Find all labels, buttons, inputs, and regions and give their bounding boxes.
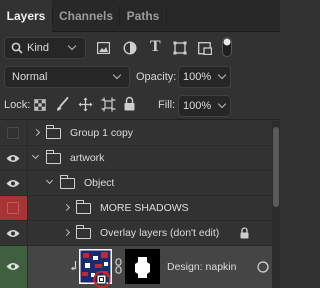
fill-input[interactable]: 100%	[178, 95, 231, 117]
visibility-toggle[interactable]	[0, 221, 28, 245]
folder-icon	[45, 150, 61, 164]
layers-list: Group 1 copy artwork Object MORE SHADOWS	[0, 121, 280, 288]
adjustment-filter-icon[interactable]	[123, 41, 137, 55]
expand-caret-icon[interactable]	[32, 128, 41, 137]
layer-mask-thumbnail[interactable]	[125, 249, 160, 284]
eye-icon	[6, 230, 20, 237]
type-filter-icon[interactable]: T	[150, 38, 161, 56]
tab-divider	[166, 6, 167, 26]
layer-name: artwork	[70, 152, 105, 164]
expand-caret-icon[interactable]	[62, 203, 71, 212]
lock-artboard-icon[interactable]	[101, 97, 116, 112]
layer-name: MORE SHADOWS	[100, 202, 189, 214]
lock-position-icon[interactable]	[78, 97, 93, 112]
folder-icon	[59, 175, 75, 189]
chevron-down-icon	[67, 41, 77, 51]
layer-name: Design: napkin	[167, 261, 237, 273]
tab-layers[interactable]: Layers	[0, 0, 52, 33]
folder-icon	[75, 225, 91, 239]
layer-row-design-napkin[interactable]: Design: napkin	[0, 246, 272, 288]
tab-channels[interactable]: Channels	[53, 0, 119, 32]
folder-icon	[45, 125, 61, 139]
eye-icon	[6, 263, 20, 270]
layer-row-overlay-layers[interactable]: Overlay layers (don't edit)	[0, 221, 272, 246]
search-icon	[11, 42, 23, 54]
layer-name: Group 1 copy	[70, 127, 134, 139]
layer-row-group-1-copy[interactable]: Group 1 copy	[0, 121, 272, 146]
lock-row: Lock: Fill: 100%	[0, 92, 280, 120]
layer-name: Overlay layers (don't edit)	[100, 227, 220, 239]
layer-effects-icon[interactable]	[257, 261, 269, 273]
filter-kind-select[interactable]: Kind	[4, 37, 86, 59]
opacity-value: 100%	[183, 71, 212, 83]
opacity-input[interactable]: 100%	[178, 66, 231, 88]
link-icon[interactable]	[115, 258, 122, 274]
smart-object-filter-icon[interactable]	[198, 41, 212, 55]
layer-name: Object	[84, 177, 115, 189]
eye-icon	[6, 180, 20, 187]
lock-label: Lock:	[4, 99, 31, 111]
layers-scrollbar[interactable]	[272, 121, 280, 288]
layer-row-more-shadows[interactable]: MORE SHADOWS	[0, 196, 272, 221]
visibility-toggle[interactable]	[0, 171, 28, 195]
expand-caret-icon[interactable]	[62, 228, 71, 237]
opacity-label: Opacity:	[136, 71, 177, 83]
collapse-caret-icon[interactable]	[31, 151, 40, 160]
tab-paths[interactable]: Paths	[120, 0, 166, 32]
chevron-down-icon	[112, 70, 122, 80]
filter-row: Kind T	[0, 32, 280, 62]
filter-kind-label: Kind	[27, 42, 50, 54]
lock-icon	[240, 227, 249, 239]
shape-filter-icon[interactable]	[173, 41, 187, 55]
filter-toggle-icon[interactable]	[222, 37, 232, 57]
fill-label: Fill:	[158, 99, 176, 111]
scrollbar-thumb[interactable]	[273, 127, 279, 207]
lock-transparent-icon[interactable]	[34, 99, 46, 111]
visibility-toggle[interactable]	[0, 121, 28, 145]
panel-tabs: Layers Channels Paths	[0, 0, 280, 33]
smart-object-badge-icon	[93, 271, 111, 288]
collapse-caret-icon[interactable]	[45, 176, 54, 185]
folder-icon	[75, 200, 91, 214]
blend-mode-select[interactable]: Normal	[4, 66, 130, 88]
visibility-toggle[interactable]	[0, 196, 28, 220]
clipping-arrow-icon	[71, 261, 77, 271]
eye-icon	[6, 155, 20, 162]
visibility-off-box	[7, 202, 19, 214]
visibility-off-box	[7, 127, 19, 139]
visibility-toggle[interactable]	[0, 246, 28, 288]
image-filter-icon[interactable]	[97, 42, 110, 54]
lock-image-icon[interactable]	[55, 97, 69, 112]
blend-mode-value: Normal	[12, 71, 48, 83]
blend-row: Normal Opacity: 100%	[0, 62, 280, 92]
layer-row-artwork[interactable]: artwork	[0, 146, 272, 171]
layer-row-object[interactable]: Object	[0, 171, 272, 196]
chevron-down-icon	[217, 70, 227, 80]
lock-all-icon[interactable]	[124, 96, 135, 111]
visibility-toggle[interactable]	[0, 146, 28, 170]
chevron-down-icon	[217, 99, 227, 109]
fill-value: 100%	[183, 100, 212, 112]
